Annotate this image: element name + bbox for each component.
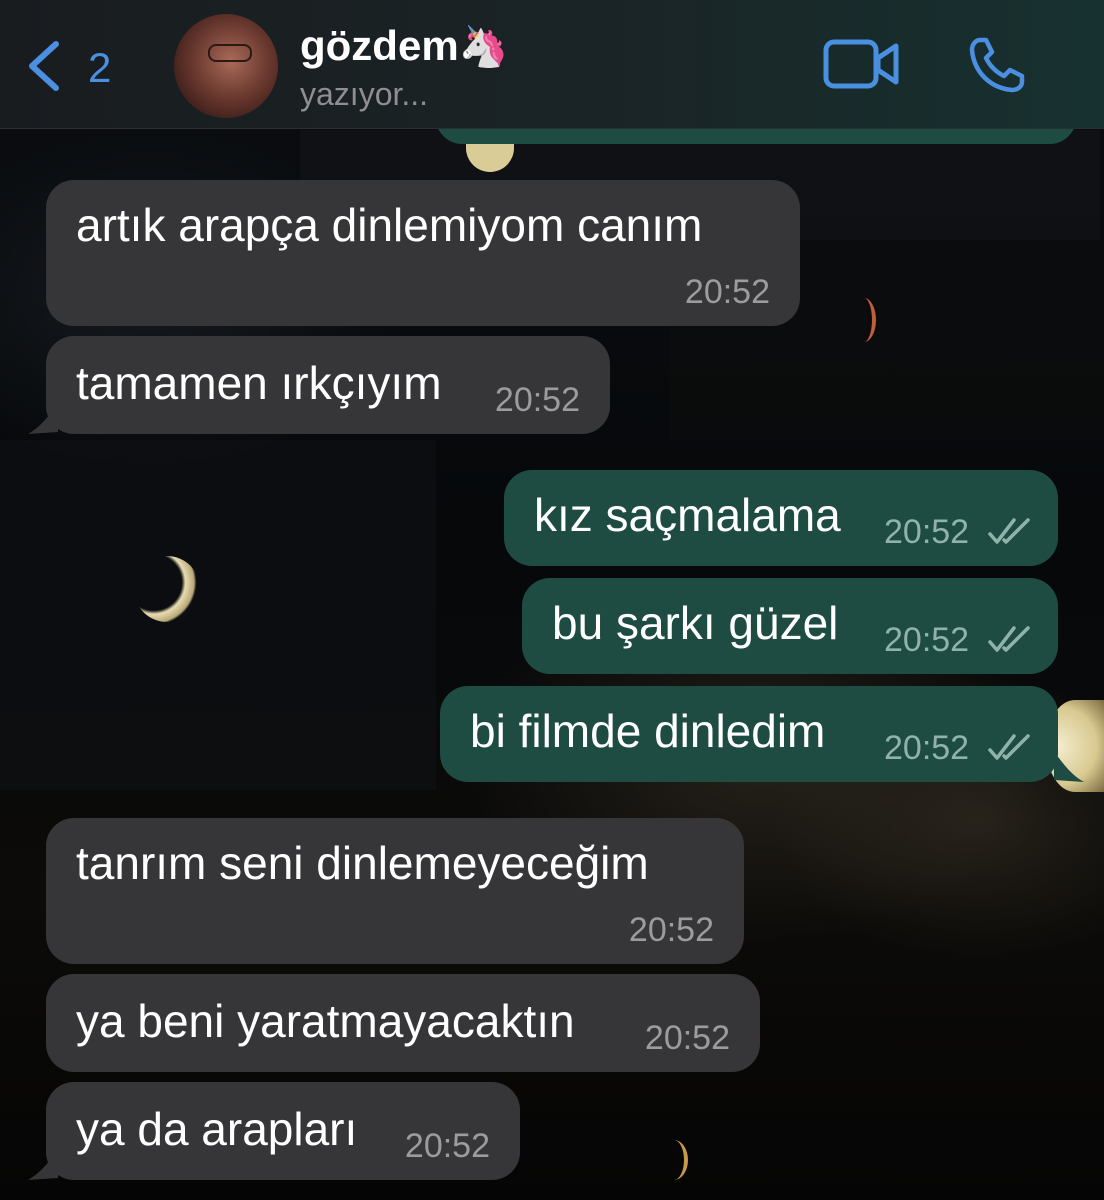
message-bubble-outgoing[interactable]: bi filmde dinledim 20:52 <box>440 686 1058 782</box>
message-text: artık arapça dinlemiyom canım <box>76 199 703 251</box>
message-bubble-incoming[interactable]: tanrım seni dinlemeyeceğim 20:52 <box>46 818 744 964</box>
chevron-left-icon[interactable] <box>22 38 66 94</box>
message-bubble-incoming[interactable]: ya da arapları 20:52 <box>46 1082 520 1180</box>
message-text: ya da arapları <box>76 1103 358 1155</box>
contact-name[interactable]: gözdem🦄 <box>300 22 508 70</box>
unicorn-emoji: 🦄 <box>458 25 509 69</box>
message-text: kız saçmalama <box>534 489 841 541</box>
message-bubble-incoming[interactable]: ya beni yaratmayacaktın 20:52 <box>46 974 760 1072</box>
avatar-glasses <box>208 44 252 62</box>
message-time: 20:52 <box>884 513 970 551</box>
message-text: ya beni yaratmayacaktın <box>76 995 575 1047</box>
message-text: tamamen ırkçıyım <box>76 357 442 409</box>
bubble-tail <box>1054 752 1084 782</box>
message-text: tanrım seni dinlemeyeceğim <box>76 837 649 889</box>
message-bubble-incoming[interactable]: artık arapça dinlemiyom canım 20:52 <box>46 180 800 326</box>
phone-icon[interactable] <box>966 34 1028 96</box>
message-time: 20:52 <box>494 381 580 419</box>
message-time: 20:52 <box>404 1127 490 1165</box>
message-time: 20:52 <box>644 1019 730 1057</box>
message-time: 20:52 <box>628 911 714 949</box>
double-check-icon <box>988 734 1030 760</box>
message-time: 20:52 <box>884 621 970 659</box>
double-check-icon <box>988 626 1030 652</box>
double-check-icon <box>988 518 1030 544</box>
message-time: 20:52 <box>884 729 970 767</box>
typing-status: yazıyor... <box>300 76 429 112</box>
video-camera-icon[interactable] <box>822 36 900 92</box>
message-text: bi filmde dinledim <box>470 705 826 757</box>
chat-header: 2 gözdem🦄 yazıyor... <box>0 0 1104 129</box>
unread-count[interactable]: 2 <box>88 44 111 92</box>
message-text: bu şarkı güzel <box>552 597 839 649</box>
message-bubble-outgoing[interactable]: kız saçmalama 20:52 <box>504 470 1058 566</box>
message-list: artık arapça dinlemiyom canım 20:52 tama… <box>0 128 1104 1200</box>
message-bubble-outgoing[interactable]: bu şarkı güzel 20:52 <box>522 578 1058 674</box>
message-time: 20:52 <box>684 273 770 311</box>
message-bubble-incoming[interactable]: tamamen ırkçıyım 20:52 <box>46 336 610 434</box>
avatar[interactable] <box>174 14 278 118</box>
contact-name-text: gözdem <box>300 22 459 69</box>
